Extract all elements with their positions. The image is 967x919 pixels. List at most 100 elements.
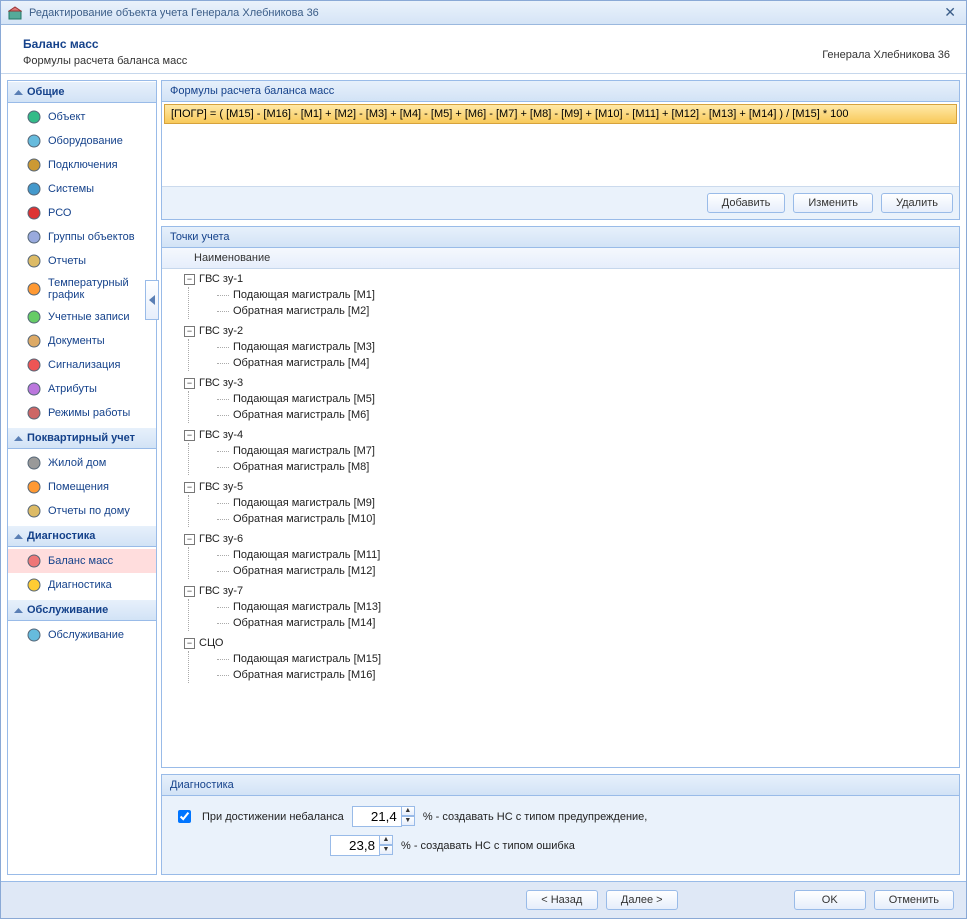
sidebar-item-label: Объект: [48, 111, 85, 123]
tree-node[interactable]: −ГВС зу-6: [180, 531, 959, 547]
chevron-up-icon: [14, 532, 23, 541]
sidebar-item[interactable]: Оборудование: [8, 129, 156, 153]
collapse-icon[interactable]: −: [184, 274, 195, 285]
tree-node[interactable]: −ГВС зу-5: [180, 479, 959, 495]
sidebar-item[interactable]: Температурный график: [8, 273, 156, 305]
formulas-panel-title: Формулы расчета баланса масс: [162, 81, 959, 102]
tree-leaf[interactable]: Подающая магистраль [М11]: [189, 547, 959, 563]
tree-leaf[interactable]: Подающая магистраль [М3]: [189, 339, 959, 355]
tree-node-label: ГВС зу-5: [199, 481, 243, 493]
sidebar-item-label: Группы объектов: [48, 231, 135, 243]
tree-node[interactable]: −ГВС зу-7: [180, 583, 959, 599]
sidebar-item[interactable]: Объект: [8, 105, 156, 129]
tree-leaf[interactable]: Подающая магистраль [М13]: [189, 599, 959, 615]
collapse-icon[interactable]: −: [184, 430, 195, 441]
tree-leaf[interactable]: Подающая магистраль [М7]: [189, 443, 959, 459]
tree-node[interactable]: −ГВС зу-4: [180, 427, 959, 443]
sidebar-item[interactable]: Обслуживание: [8, 623, 156, 647]
formula-row[interactable]: [ПОГР] = ( [М15] - [М16] - [М1] + [М2] -…: [164, 104, 957, 124]
sidebar-item-label: Учетные записи: [48, 311, 130, 323]
item-icon: [26, 181, 42, 197]
footer: < Назад Далее > OK Отменить: [1, 881, 966, 918]
tree-leaf-label: Обратная магистраль [М12]: [233, 565, 375, 577]
sidebar-item[interactable]: Группы объектов: [8, 225, 156, 249]
error-spinner[interactable]: ▲▼: [379, 835, 393, 856]
sidebar-item-label: Системы: [48, 183, 94, 195]
sidebar-item-label: Жилой дом: [48, 457, 106, 469]
error-threshold-input[interactable]: [330, 835, 380, 856]
sidebar-item[interactable]: Диагностика: [8, 573, 156, 597]
edit-button[interactable]: Изменить: [793, 193, 873, 213]
sidebar-item-label: Оборудование: [48, 135, 123, 147]
sidebar-item[interactable]: РСО: [8, 201, 156, 225]
tree-leaf-label: Обратная магистраль [М8]: [233, 461, 369, 473]
sidebar-collapse-button[interactable]: [145, 280, 159, 320]
tree-leaf[interactable]: Подающая магистраль [М1]: [189, 287, 959, 303]
tree-leaf-label: Подающая магистраль [М5]: [233, 393, 375, 405]
item-icon: [26, 553, 42, 569]
sidebar-item-label: Температурный график: [48, 277, 150, 301]
back-button[interactable]: < Назад: [526, 890, 598, 910]
collapse-icon[interactable]: −: [184, 586, 195, 597]
sidebar-item[interactable]: Документы: [8, 329, 156, 353]
tree-leaf[interactable]: Обратная магистраль [М6]: [189, 407, 959, 423]
tree-node[interactable]: −ГВС зу-1: [180, 271, 959, 287]
add-button[interactable]: Добавить: [707, 193, 786, 213]
tree-node[interactable]: −СЦО: [180, 635, 959, 651]
tree-leaf[interactable]: Обратная магистраль [М4]: [189, 355, 959, 371]
tree-node-label: ГВС зу-4: [199, 429, 243, 441]
warn-threshold-input[interactable]: [352, 806, 402, 827]
warn-suffix: % - создавать НС с типом предупреждение,: [423, 811, 648, 823]
sidebar-item[interactable]: Подключения: [8, 153, 156, 177]
sidebar-section-3[interactable]: Обслуживание: [8, 599, 156, 621]
tree-column-header: Наименование: [162, 248, 959, 269]
points-tree[interactable]: Наименование −ГВС зу-1Подающая магистрал…: [162, 248, 959, 767]
item-icon: [26, 333, 42, 349]
sidebar-section-1[interactable]: Поквартирный учет: [8, 427, 156, 449]
sidebar-item-label: Отчеты: [48, 255, 86, 267]
tree-leaf[interactable]: Обратная магистраль [М8]: [189, 459, 959, 475]
collapse-icon[interactable]: −: [184, 482, 195, 493]
cancel-button[interactable]: Отменить: [874, 890, 954, 910]
collapse-icon[interactable]: −: [184, 326, 195, 337]
sidebar-item[interactable]: Отчеты по дому: [8, 499, 156, 523]
next-button[interactable]: Далее >: [606, 890, 678, 910]
collapse-icon[interactable]: −: [184, 534, 195, 545]
page-subtitle: Формулы расчета баланса масс: [23, 55, 950, 67]
tree-node-label: ГВС зу-2: [199, 325, 243, 337]
item-icon: [26, 281, 42, 297]
tree-node[interactable]: −ГВС зу-3: [180, 375, 959, 391]
sidebar-item[interactable]: Сигнализация: [8, 353, 156, 377]
tree-leaf[interactable]: Обратная магистраль [М16]: [189, 667, 959, 683]
tree-leaf[interactable]: Подающая магистраль [М9]: [189, 495, 959, 511]
sidebar-item[interactable]: Учетные записи: [8, 305, 156, 329]
item-icon: [26, 381, 42, 397]
sidebar-section-2[interactable]: Диагностика: [8, 525, 156, 547]
tree-leaf[interactable]: Обратная магистраль [М10]: [189, 511, 959, 527]
tree-leaf[interactable]: Обратная магистраль [М14]: [189, 615, 959, 631]
tree-leaf[interactable]: Обратная магистраль [М12]: [189, 563, 959, 579]
tree-node[interactable]: −ГВС зу-2: [180, 323, 959, 339]
sidebar-item[interactable]: Жилой дом: [8, 451, 156, 475]
sidebar-item[interactable]: Помещения: [8, 475, 156, 499]
sidebar-item[interactable]: Режимы работы: [8, 401, 156, 425]
sidebar-item[interactable]: Отчеты: [8, 249, 156, 273]
sidebar-item-label: Документы: [48, 335, 105, 347]
points-panel: Точки учета Наименование −ГВС зу-1Подающ…: [161, 226, 960, 768]
collapse-icon[interactable]: −: [184, 638, 195, 649]
warn-spinner[interactable]: ▲▼: [401, 806, 415, 827]
tree-leaf[interactable]: Обратная магистраль [М2]: [189, 303, 959, 319]
sidebar-section-0[interactable]: Общие: [8, 81, 156, 103]
page-title: Баланс масс: [23, 37, 950, 51]
unbalance-checkbox[interactable]: [178, 810, 191, 823]
close-icon[interactable]: ✕: [940, 4, 960, 21]
ok-button[interactable]: OK: [794, 890, 866, 910]
tree-leaf[interactable]: Подающая магистраль [М15]: [189, 651, 959, 667]
sidebar-item[interactable]: Системы: [8, 177, 156, 201]
sidebar-item-label: Подключения: [48, 159, 118, 171]
sidebar-item[interactable]: Атрибуты: [8, 377, 156, 401]
sidebar-item[interactable]: Баланс масс: [8, 549, 156, 573]
collapse-icon[interactable]: −: [184, 378, 195, 389]
delete-button[interactable]: Удалить: [881, 193, 953, 213]
tree-leaf[interactable]: Подающая магистраль [М5]: [189, 391, 959, 407]
